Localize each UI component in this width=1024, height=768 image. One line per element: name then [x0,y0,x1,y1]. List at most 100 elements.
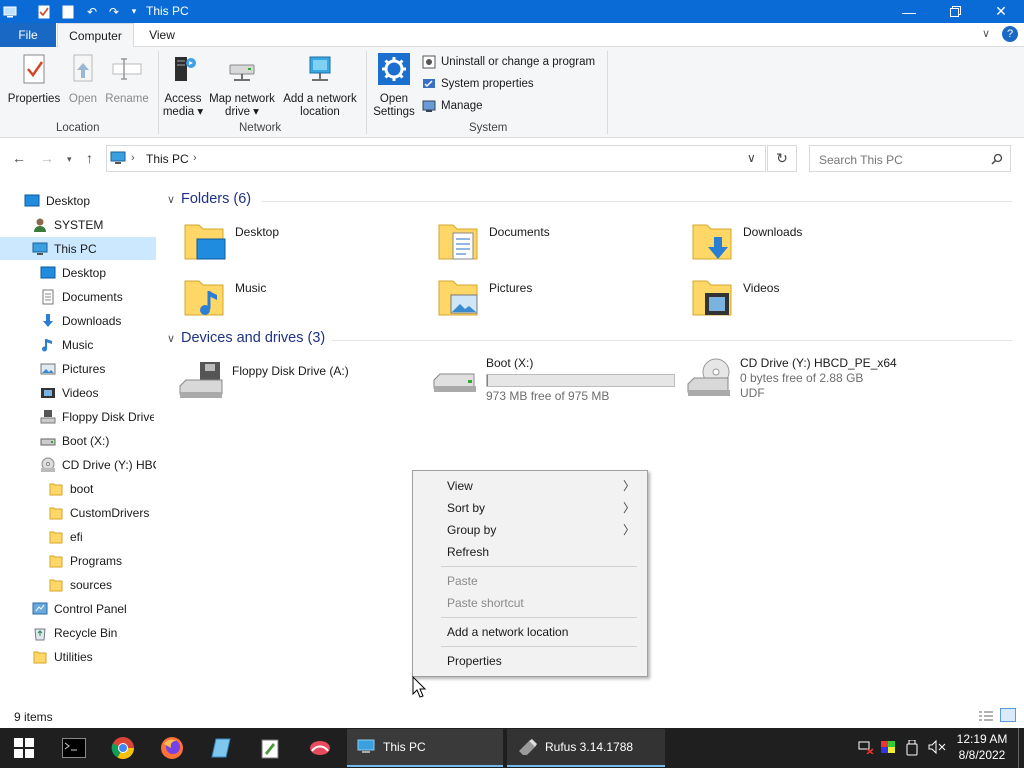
uninstall-program-button[interactable]: Uninstall or change a program [422,55,595,69]
nav-item-music[interactable]: Music [40,334,154,356]
nav-item-boot-drive[interactable]: Boot (X:) [40,430,154,452]
properties-check-icon[interactable] [37,5,51,19]
nav-item-folder-efi[interactable]: efi [48,526,154,548]
taskbar-chrome[interactable] [99,728,147,768]
minimize-button[interactable]: — [886,0,932,23]
taskbar-firefox[interactable] [148,728,196,768]
forward-button[interactable]: → [40,150,54,166]
nav-item-desktop[interactable]: Desktop [40,262,154,284]
nav-item-folder-boot[interactable]: boot [48,478,154,500]
computer-icon[interactable] [3,5,17,19]
help-icon[interactable]: ? [1002,26,1018,42]
map-network-drive-button[interactable]: Map network drive ▾ [206,53,278,119]
details-view-icon[interactable] [978,710,994,725]
folder-pictures[interactable]: Pictures [437,275,677,325]
show-desktop-button[interactable] [1018,728,1020,768]
drive-boot[interactable]: Boot (X:) 973 MB free of 975 MB [432,356,692,406]
redo-icon[interactable]: ↷ [107,5,121,19]
nav-item-system[interactable]: SYSTEM [32,214,154,236]
address-bar[interactable]: › This PC › ∨ [106,145,766,172]
customize-qat-icon[interactable]: ▾ [127,5,141,19]
maximize-button[interactable] [932,0,978,23]
folder-music[interactable]: Music [183,275,423,325]
tab-computer[interactable]: Computer [57,23,134,48]
drive-cd[interactable]: CD Drive (Y:) HBCD_PE_x64 0 bytes free o… [686,356,1006,406]
tab-view[interactable]: View [134,23,190,47]
close-button[interactable]: ✕ [978,0,1024,23]
volume-muted-icon[interactable] [928,739,946,757]
taskbar-clock[interactable]: 12:19 AM 8/8/2022 [952,731,1012,763]
computer-icon [357,739,375,753]
nav-item-documents[interactable]: Documents [40,286,154,308]
up-button[interactable]: ↑ [86,150,93,166]
new-folder-icon[interactable] [61,5,75,19]
tab-file[interactable]: File [0,23,56,47]
nav-item-control-panel[interactable]: Control Panel [32,598,154,620]
recent-locations-icon[interactable]: ▾ [67,154,72,165]
taskbar-app-rufus[interactable]: Rufus 3.14.1788 [507,729,665,767]
usb-tray-icon[interactable] [906,739,918,759]
open-settings-button[interactable]: Open Settings [370,53,418,119]
drive-floppy[interactable]: Floppy Disk Drive (A:) [178,358,428,408]
properties-button[interactable]: Properties [6,53,62,106]
system-properties-button[interactable]: System properties [422,77,534,91]
taskbar-app-blue[interactable] [197,728,245,768]
nav-item-recycle-bin[interactable]: Recycle Bin [32,622,154,644]
nav-item-folder-sources[interactable]: sources [48,574,154,596]
taskbar-app-this-pc[interactable]: This PC [347,729,503,767]
manage-button[interactable]: Manage [422,99,483,113]
menu-item-properties[interactable]: Properties [447,654,502,668]
large-icons-view-icon[interactable] [1000,708,1016,722]
access-media-button[interactable]: Access media ▾ [160,53,206,119]
breadcrumb-chevron-icon[interactable]: › [131,152,135,164]
drives-header[interactable]: Devices and drives (3) [181,330,325,346]
nav-item-folder-programs[interactable]: Programs [48,550,154,572]
nav-item-this-pc[interactable]: This PC [0,237,156,260]
menu-item-add-network-location[interactable]: Add a network location [447,625,568,639]
breadcrumb-chevron-icon[interactable]: › [193,152,197,164]
divider [366,51,367,134]
collapse-drives-icon[interactable]: ∨ [167,332,175,345]
menu-item-paste-shortcut[interactable]: Paste shortcut [447,596,524,610]
collapse-ribbon-icon[interactable]: ∨ [982,27,990,40]
undo-icon[interactable]: ↶ [85,5,99,19]
start-button[interactable] [0,728,48,768]
menu-item-paste[interactable]: Paste [447,574,478,588]
search-input[interactable]: Search This PC [809,145,1011,172]
menu-item-sort-by[interactable]: Sort by [447,501,485,515]
folder-documents[interactable]: Documents [437,219,677,269]
folder-downloads[interactable]: Downloads [691,219,931,269]
taskbar-app-red[interactable] [296,728,344,768]
taskbar-editor[interactable] [246,728,294,768]
menu-item-refresh[interactable]: Refresh [447,545,489,559]
usb-drive-icon [519,739,537,755]
documents-folder-icon [438,224,478,260]
folder-desktop[interactable]: Desktop [183,219,423,269]
folder-icon [49,507,63,520]
nav-item-desktop-root[interactable]: Desktop [24,190,154,212]
add-network-location-button[interactable]: Add a network location [280,53,360,119]
nav-item-cd-drive[interactable]: CD Drive (Y:) HBC [40,454,156,476]
music-icon [42,339,52,352]
menu-item-group-by[interactable]: Group by [447,523,496,537]
refresh-button[interactable]: ↻ [767,145,797,172]
menu-item-view[interactable]: View [447,479,473,493]
folders-header[interactable]: Folders (6) [181,191,251,207]
collapse-folders-icon[interactable]: ∨ [167,193,175,206]
open-button[interactable]: Open [64,53,102,106]
nav-item-videos[interactable]: Videos [40,382,154,404]
address-dropdown-icon[interactable]: ∨ [747,151,756,165]
nav-item-pictures[interactable]: Pictures [40,358,154,380]
nav-item-utilities[interactable]: Utilities [32,646,154,668]
context-menu: View 〉 Sort by 〉 Group by 〉 Refresh Past… [412,470,648,677]
back-button[interactable]: ← [12,150,26,166]
nav-item-folder-customdrivers[interactable]: CustomDrivers [48,502,154,524]
nav-item-downloads[interactable]: Downloads [40,310,154,332]
color-tray-icon[interactable] [880,740,896,757]
breadcrumb-this-pc[interactable]: This PC [146,152,189,166]
folder-videos[interactable]: Videos [691,275,931,325]
nav-item-floppy[interactable]: Floppy Disk Drive [40,406,154,428]
taskbar-terminal[interactable] [50,728,98,768]
network-icon[interactable] [858,740,874,757]
rename-button[interactable]: Rename [104,53,150,106]
